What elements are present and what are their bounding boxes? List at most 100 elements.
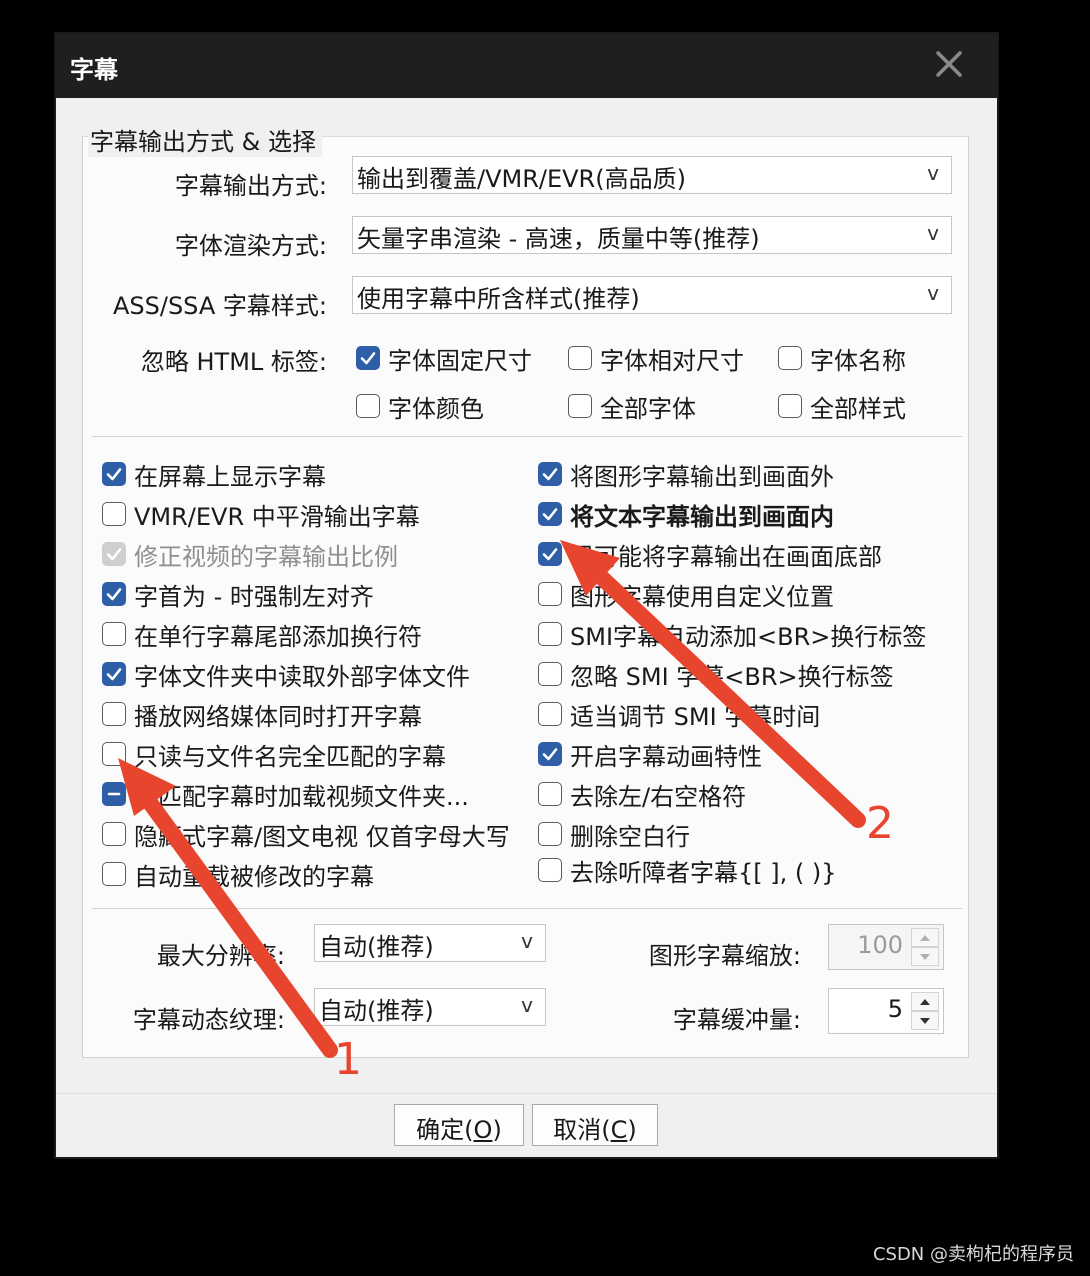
html-option-checkbox[interactable]: 字体颜色	[356, 390, 484, 423]
html-option-checkbox[interactable]: 字体相对尺寸	[568, 342, 744, 375]
ok-button-label-end: )	[492, 1116, 502, 1144]
checkbox-icon[interactable]	[102, 662, 126, 686]
option-checkbox-left[interactable]: 只读与文件名完全匹配的字幕	[102, 738, 446, 771]
option-checkbox-right[interactable]: 去除左/右空格符	[538, 778, 747, 811]
spin-down-icon[interactable]	[911, 1011, 939, 1030]
group-title: 字幕输出方式 & 选择	[88, 122, 322, 157]
button-bar: 确定(O) 取消(C)	[56, 1093, 997, 1157]
checkbox-icon[interactable]	[538, 582, 562, 606]
checkbox-icon[interactable]	[356, 394, 380, 418]
max-resolution-dropdown[interactable]: 自动(推荐) v	[314, 924, 546, 962]
checkbox-icon[interactable]	[538, 662, 562, 686]
checkbox-icon[interactable]	[102, 822, 126, 846]
spin-up-icon[interactable]	[911, 928, 939, 947]
close-icon[interactable]	[929, 44, 969, 84]
option-checkbox-right[interactable]: 开启字幕动画特性	[538, 738, 762, 771]
checkbox-icon[interactable]	[538, 462, 562, 486]
checkbox-icon[interactable]	[778, 394, 802, 418]
checkbox-icon[interactable]	[778, 346, 802, 370]
checkbox-label: 将文本字幕输出到画面内	[570, 502, 834, 531]
checkbox-icon[interactable]	[568, 394, 592, 418]
font-render-dropdown[interactable]: 矢量字串渲染 - 高速，质量中等(推荐) v	[352, 216, 952, 254]
option-checkbox-left[interactable]: 播放网络媒体同时打开字幕	[102, 698, 422, 731]
checkbox-label: 适当调节 SMI 字幕时间	[570, 702, 821, 731]
spin-down-icon[interactable]	[911, 947, 939, 966]
option-checkbox-right[interactable]: 图形字幕使用自定义位置	[538, 578, 834, 611]
ignore-html-label: 忽略 HTML 标签:	[140, 348, 327, 376]
checkbox-icon[interactable]	[102, 702, 126, 726]
checkbox-label: VMR/EVR 中平滑输出字幕	[134, 502, 420, 531]
checkbox-icon[interactable]	[538, 622, 562, 646]
cancel-button[interactable]: 取消(C)	[532, 1104, 658, 1146]
html-option-checkbox[interactable]: 字体固定尺寸	[356, 342, 532, 375]
graphic-zoom-value: 100	[857, 931, 903, 959]
divider	[92, 908, 962, 909]
ass-style-dropdown[interactable]: 使用字幕中所含样式(推荐) v	[352, 276, 952, 314]
checkbox-icon[interactable]	[102, 502, 126, 526]
option-checkbox-left[interactable]: 修正视频的字幕输出比例	[102, 538, 398, 571]
html-option-checkbox[interactable]: 全部字体	[568, 390, 696, 423]
checkbox-label: 字体名称	[810, 346, 906, 375]
option-checkbox-right[interactable]: 将文本字幕输出到画面内	[538, 498, 834, 531]
checkbox-label: 去除左/右空格符	[570, 782, 747, 811]
checkbox-icon[interactable]	[102, 742, 126, 766]
checkbox-icon[interactable]	[102, 862, 126, 886]
checkbox-icon[interactable]	[102, 462, 126, 486]
option-checkbox-right[interactable]: SMI字幕自动添加<BR>换行标签	[538, 618, 927, 651]
checkbox-icon[interactable]	[538, 702, 562, 726]
checkbox-label: 图形字幕使用自定义位置	[570, 582, 834, 611]
checkbox-icon[interactable]	[538, 858, 562, 882]
buffer-spinner[interactable]: 5	[828, 988, 944, 1034]
option-checkbox-left[interactable]: 在屏幕上显示字幕	[102, 458, 326, 491]
option-checkbox-right[interactable]: 去除听障者字幕{[ ], ( )}	[538, 854, 837, 887]
option-checkbox-left[interactable]: 字体文件夹中读取外部字体文件	[102, 658, 470, 691]
cancel-button-hotkey: C	[610, 1116, 628, 1144]
html-option-checkbox[interactable]: 字体名称	[778, 342, 906, 375]
option-checkbox-right[interactable]: 尽可能将字幕输出在画面底部	[538, 538, 882, 571]
dynamic-texture-dropdown[interactable]: 自动(推荐) v	[314, 988, 546, 1026]
option-checkbox-left[interactable]: 自动重载被修改的字幕	[102, 858, 374, 891]
cancel-button-label-end: )	[627, 1116, 637, 1144]
checkbox-icon[interactable]	[102, 782, 126, 806]
output-mode-dropdown[interactable]: 输出到覆盖/VMR/EVR(高品质) v	[352, 156, 952, 194]
html-option-checkbox[interactable]: 全部样式	[778, 390, 906, 423]
checkbox-icon[interactable]	[538, 742, 562, 766]
checkbox-label: 有匹配字幕时加载视频文件夹...	[134, 782, 469, 811]
option-checkbox-right[interactable]: 适当调节 SMI 字幕时间	[538, 698, 821, 731]
option-checkbox-left[interactable]: 在单行字幕尾部添加换行符	[102, 618, 422, 651]
option-checkbox-left[interactable]: 字首为 - 时强制左对齐	[102, 578, 374, 611]
checkbox-icon[interactable]	[568, 346, 592, 370]
checkbox-label: 全部字体	[600, 394, 696, 423]
chevron-down-icon: v	[927, 281, 939, 305]
ok-button-hotkey: O	[473, 1116, 493, 1144]
checkbox-icon[interactable]	[538, 782, 562, 806]
checkbox-icon[interactable]	[102, 582, 126, 606]
checkbox-label: SMI字幕自动添加<BR>换行标签	[570, 622, 927, 651]
checkbox-label: 将图形字幕输出到画面外	[570, 462, 834, 491]
checkbox-icon[interactable]	[538, 822, 562, 846]
checkbox-icon[interactable]	[356, 346, 380, 370]
checkbox-label: 在屏幕上显示字幕	[134, 462, 326, 491]
checkbox-label: 只读与文件名完全匹配的字幕	[134, 742, 446, 771]
option-checkbox-left[interactable]: VMR/EVR 中平滑输出字幕	[102, 498, 420, 531]
ok-button[interactable]: 确定(O)	[394, 1104, 524, 1146]
output-mode-value: 输出到覆盖/VMR/EVR(高品质)	[357, 165, 686, 193]
checkbox-icon[interactable]	[538, 502, 562, 526]
option-checkbox-right[interactable]: 删除空白行	[538, 818, 690, 851]
checkbox-label: 字体颜色	[388, 394, 484, 423]
graphic-zoom-spinner[interactable]: 100	[828, 924, 944, 970]
option-checkbox-left[interactable]: 隐藏式字幕/图文电视 仅首字母大写	[102, 818, 510, 851]
checkbox-label: 字体相对尺寸	[600, 346, 744, 375]
cancel-button-label: 取消(	[553, 1116, 611, 1144]
dynamic-texture-value: 自动(推荐)	[319, 997, 434, 1025]
option-checkbox-right[interactable]: 忽略 SMI 字幕<BR>换行标签	[538, 658, 894, 691]
spin-up-icon[interactable]	[911, 992, 939, 1011]
checkbox-icon[interactable]	[538, 542, 562, 566]
dynamic-texture-label: 字幕动态纹理:	[132, 1006, 285, 1034]
checkbox-icon[interactable]	[102, 622, 126, 646]
font-render-label: 字体渲染方式:	[174, 232, 327, 260]
option-checkbox-left[interactable]: 有匹配字幕时加载视频文件夹...	[102, 778, 469, 811]
option-checkbox-right[interactable]: 将图形字幕输出到画面外	[538, 458, 834, 491]
checkbox-label: 尽可能将字幕输出在画面底部	[570, 542, 882, 571]
checkbox-icon[interactable]	[102, 542, 126, 566]
